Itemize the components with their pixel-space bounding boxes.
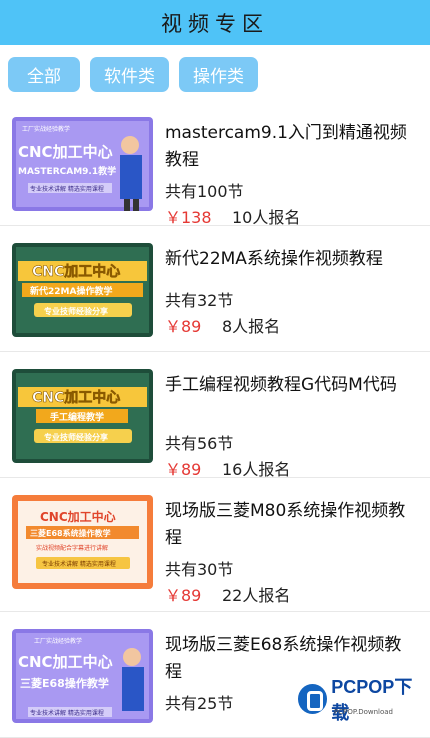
course-title[interactable]: 手工编程视频教程G代码M代码 — [165, 372, 412, 399]
tab-software[interactable]: 软件类 — [90, 57, 169, 92]
thumb-top-text: 工厂实战经验教学 — [22, 125, 70, 133]
thumb-foot: 专业技术讲解 精选实用课程 — [30, 185, 104, 193]
thumb-line1: CNC加工中心 — [32, 263, 120, 280]
course-thumbnail-graphic: CNC加工中心 新代22MA操作教学 专业技师经验分享 — [12, 243, 153, 337]
course-item[interactable]: CNC加工中心 新代22MA操作教学 专业技师经验分享 新代22MA系统操作视频… — [0, 226, 430, 352]
course-lessons: 共有32节 — [165, 291, 234, 310]
course-thumbnail-graphic: 工厂实战经验教学 CNC加工中心 MASTERCAM9.1教学 专业技术讲解 精… — [12, 117, 153, 211]
header-bar: 视频专区 — [0, 0, 430, 45]
course-title[interactable]: 新代22MA系统操作视频教程 — [165, 246, 412, 273]
course-thumbnail: CNC加工中心 三菱E68系统操作教学 实战视频配合字幕进行讲解 专业技术讲解 … — [12, 495, 153, 589]
course-price: ￥138 — [165, 208, 212, 227]
course-enroll-count: 16人报名 — [222, 460, 291, 479]
course-price: ￥89 — [165, 317, 202, 336]
course-thumbnail: CNC加工中心 手工编程教学 专业技师经验分享 — [12, 369, 153, 463]
tab-all[interactable]: 全部 — [8, 57, 80, 92]
course-thumbnail-graphic: 工厂实战经验教学 CNC加工中心 三菱E68操作教学 专业技术讲解 精选实用课程 — [12, 629, 153, 723]
course-price: ￥89 — [165, 586, 202, 605]
course-title[interactable]: 现场版三菱M80系统操作视频教程 — [165, 498, 412, 552]
course-enroll-count: 8人报名 — [222, 317, 281, 336]
course-lessons: 共有30节 — [165, 560, 234, 579]
course-thumbnail-graphic: CNC加工中心 三菱E68系统操作教学 实战视频配合字幕进行讲解 专业技术讲解 … — [12, 495, 153, 589]
course-list: 工厂实战经验教学 CNC加工中心 MASTERCAM9.1教学 专业技术讲解 精… — [0, 100, 430, 738]
thumb-line2: MASTERCAM9.1教学 — [18, 165, 116, 177]
thumb-line2: 三菱E68系统操作教学 — [30, 528, 111, 538]
pcpop-logo-icon — [298, 684, 328, 714]
course-item[interactable]: CNC加工中心 手工编程教学 专业技师经验分享 手工编程视频教程G代码M代码 共… — [0, 352, 430, 479]
course-thumbnail: CNC加工中心 新代22MA操作教学 专业技师经验分享 — [12, 243, 153, 337]
course-lessons: 共有100节 — [165, 182, 244, 201]
thumb-line1: CNC加工中心 — [18, 653, 113, 671]
thumb-foot: 专业技术讲解 精选实用课程 — [30, 709, 104, 717]
page-title: 视频专区 — [161, 11, 269, 36]
course-lessons: 共有56节 — [165, 434, 234, 453]
thumb-sub: 实战视频配合字幕进行讲解 — [36, 544, 108, 552]
course-title[interactable]: mastercam9.1入门到精通视频教程 — [165, 120, 412, 174]
course-item[interactable]: 工厂实战经验教学 CNC加工中心 MASTERCAM9.1教学 专业技术讲解 精… — [0, 100, 430, 227]
thumb-foot: 专业技术讲解 精选实用课程 — [42, 560, 116, 568]
course-thumbnail: 工厂实战经验教学 CNC加工中心 MASTERCAM9.1教学 专业技术讲解 精… — [12, 117, 153, 211]
tab-operation[interactable]: 操作类 — [179, 57, 258, 92]
pcpop-watermark: PCPOP下载 PCPOP.Download — [298, 677, 428, 723]
thumb-line1: CNC加工中心 — [40, 509, 116, 524]
category-tabs: 全部 软件类 操作类 — [0, 45, 430, 92]
course-lessons: 共有25节 — [165, 694, 234, 713]
course-enroll-count: 10人报名 — [232, 208, 301, 227]
thumb-foot: 专业技师经验分享 — [44, 306, 108, 316]
thumb-line1: CNC加工中心 — [32, 389, 120, 406]
watermark-sub: PCPOP.Download — [334, 708, 393, 716]
thumb-line2: 手工编程教学 — [50, 411, 104, 423]
course-thumbnail-graphic: CNC加工中心 手工编程教学 专业技师经验分享 — [12, 369, 153, 463]
thumb-foot: 专业技师经验分享 — [44, 432, 108, 442]
thumb-top-text: 工厂实战经验教学 — [34, 637, 82, 645]
course-thumbnail: 工厂实战经验教学 CNC加工中心 三菱E68操作教学 专业技术讲解 精选实用课程 — [12, 629, 153, 723]
course-price: ￥89 — [165, 460, 202, 479]
thumb-line2: 新代22MA操作教学 — [30, 285, 112, 297]
course-item[interactable]: CNC加工中心 三菱E68系统操作教学 实战视频配合字幕进行讲解 专业技术讲解 … — [0, 478, 430, 612]
watermark-name: PCPOP下载 — [331, 677, 413, 723]
thumb-line2: 三菱E68操作教学 — [20, 676, 109, 690]
course-enroll-count: 22人报名 — [222, 586, 291, 605]
thumb-line1: CNC加工中心 — [18, 143, 113, 161]
